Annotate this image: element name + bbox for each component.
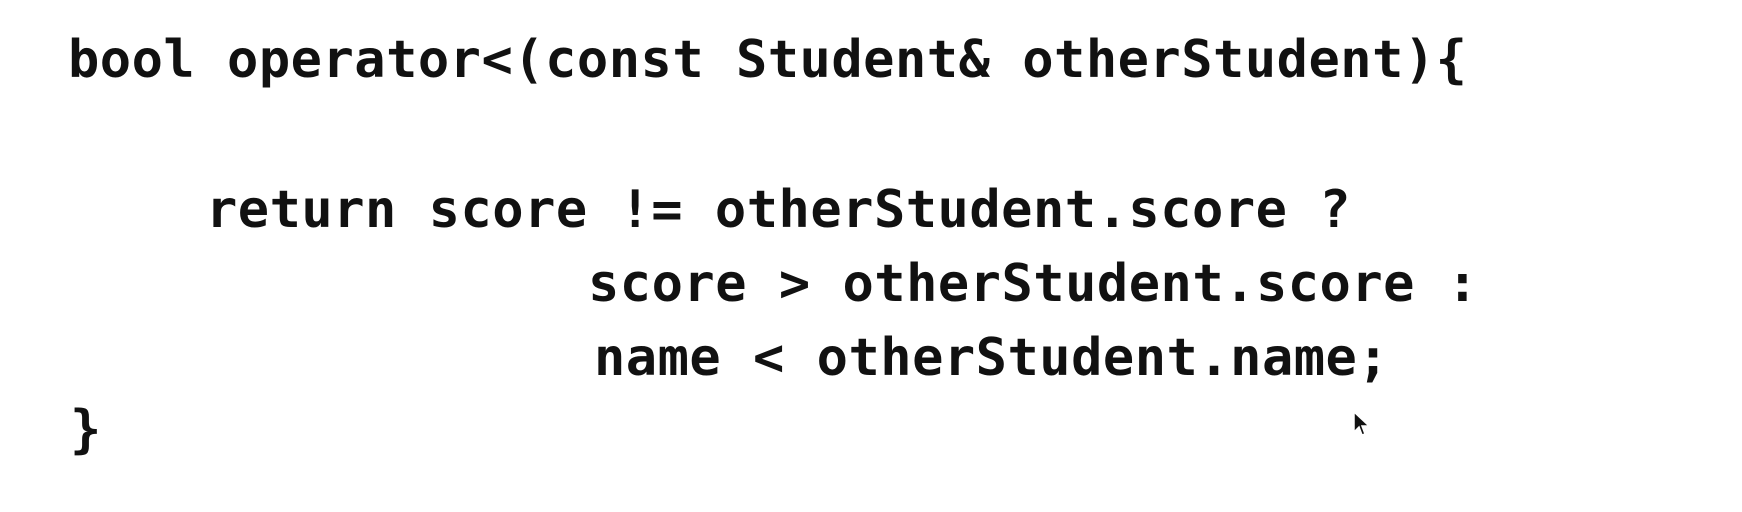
code-line-function-signature: bool operator<(const Student& otherStude… (68, 30, 1468, 90)
code-line-name-compare: name < otherStudent.name; (594, 328, 1390, 388)
code-line-closing-brace: } (70, 400, 102, 460)
code-snippet: bool operator<(const Student& otherStude… (0, 0, 1742, 512)
code-line-return-condition: return score != otherStudent.score ? (206, 180, 1352, 240)
code-line-score-compare: score > otherStudent.score : (588, 254, 1479, 314)
